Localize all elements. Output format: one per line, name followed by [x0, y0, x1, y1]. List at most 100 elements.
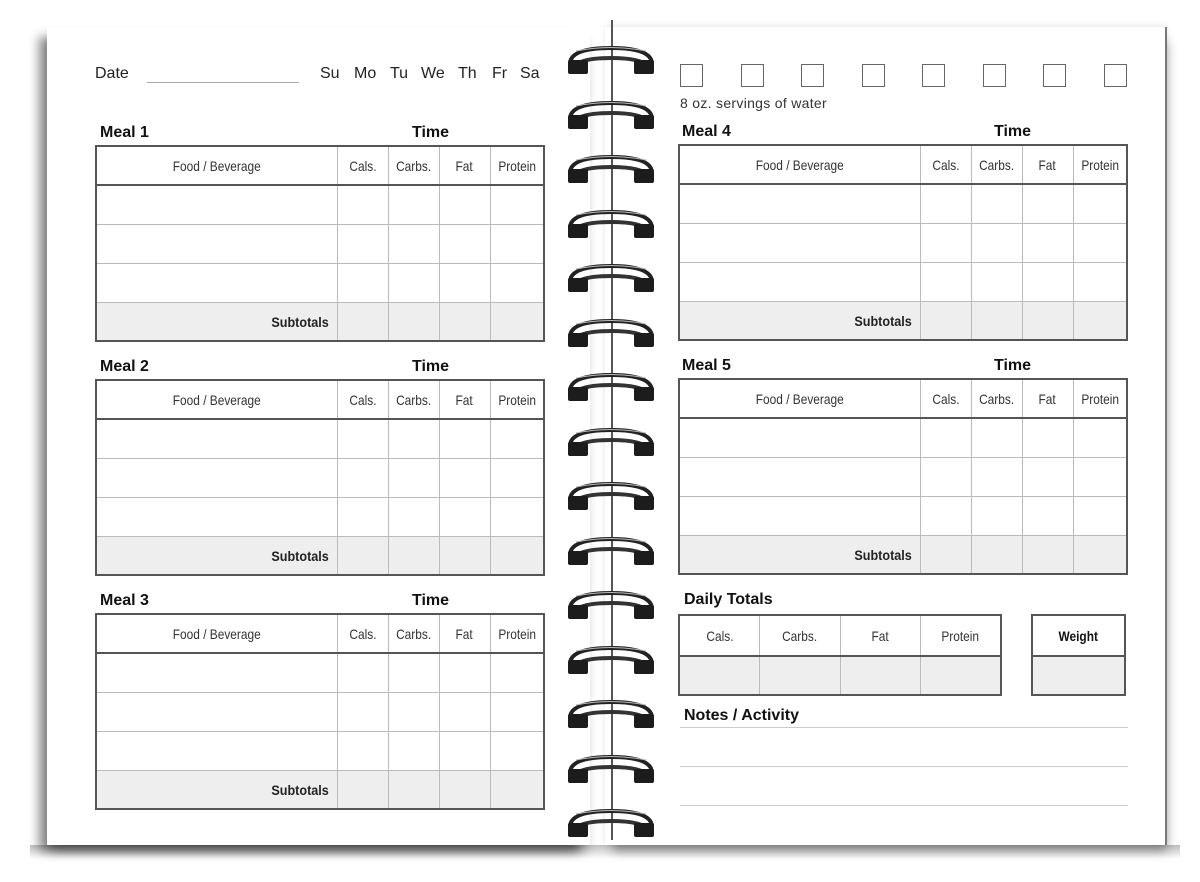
meal-cell-food[interactable] — [678, 183, 921, 224]
meal-cell-cals[interactable] — [919, 457, 972, 497]
meal-cell-protein[interactable] — [489, 184, 545, 225]
meal-cell-food[interactable] — [95, 418, 338, 459]
subtotal-cell-fat[interactable] — [438, 770, 491, 810]
water-checkbox[interactable] — [922, 64, 945, 87]
meal-cell-food[interactable] — [95, 652, 338, 693]
subtotal-cell-cals[interactable] — [336, 770, 389, 810]
meal-cell-protein[interactable] — [489, 224, 545, 264]
meal-cell-fat[interactable] — [1021, 457, 1074, 497]
daily-total-carbs-cell[interactable] — [759, 655, 841, 696]
meal-cell-cals[interactable] — [336, 692, 389, 732]
subtotal-cell-protein[interactable] — [1072, 535, 1128, 575]
meal-cell-food[interactable] — [95, 692, 338, 732]
subtotal-cell-carbs[interactable] — [387, 770, 440, 810]
meal-cell-cals[interactable] — [336, 184, 389, 225]
meal-cell-protein[interactable] — [489, 418, 545, 459]
meal-cell-carbs[interactable] — [387, 497, 440, 537]
water-checkbox[interactable] — [861, 64, 885, 87]
day-option[interactable]: Th — [458, 65, 477, 83]
subtotal-cell-fat[interactable] — [1021, 535, 1074, 575]
water-checkbox[interactable] — [740, 64, 764, 87]
day-option[interactable]: Tu — [390, 65, 408, 83]
meal-cell-food[interactable] — [95, 224, 338, 264]
water-checkbox[interactable] — [1043, 64, 1066, 87]
meal-cell-cals[interactable] — [336, 458, 389, 498]
water-checkbox[interactable] — [801, 64, 824, 87]
subtotal-cell-carbs[interactable] — [387, 302, 440, 342]
meal-cell-protein[interactable] — [489, 731, 545, 771]
meal-cell-cals[interactable] — [919, 262, 972, 302]
day-option[interactable]: We — [421, 65, 445, 83]
meal-cell-cals[interactable] — [336, 418, 389, 459]
meal-cell-protein[interactable] — [489, 497, 545, 537]
meal-cell-cals[interactable] — [919, 223, 972, 263]
subtotal-cell-carbs[interactable] — [970, 301, 1023, 341]
day-option[interactable]: Su — [320, 65, 340, 83]
meal-cell-food[interactable] — [678, 457, 921, 497]
meal-cell-food[interactable] — [678, 417, 921, 458]
subtotal-cell-protein[interactable] — [1072, 301, 1128, 341]
meal-cell-fat[interactable] — [1021, 183, 1074, 224]
meal-cell-carbs[interactable] — [387, 731, 440, 771]
meal-cell-fat[interactable] — [1021, 223, 1074, 263]
meal-cell-carbs[interactable] — [970, 183, 1023, 224]
meal-cell-protein[interactable] — [489, 263, 545, 303]
meal-cell-food[interactable] — [95, 184, 338, 225]
subtotal-cell-cals[interactable] — [919, 301, 972, 341]
subtotal-cell-fat[interactable] — [438, 536, 491, 576]
meal-cell-cals[interactable] — [919, 183, 972, 224]
daily-total-protein-cell[interactable] — [920, 655, 1002, 696]
meal-cell-cals[interactable] — [336, 497, 389, 537]
meal-cell-fat[interactable] — [1021, 262, 1074, 302]
daily-total-fat-cell[interactable] — [839, 655, 921, 696]
day-option[interactable]: Mo — [354, 65, 376, 83]
meal-cell-carbs[interactable] — [387, 263, 440, 303]
meal-cell-cals[interactable] — [336, 224, 389, 264]
meal-cell-fat[interactable] — [438, 458, 491, 498]
subtotal-cell-protein[interactable] — [489, 302, 545, 342]
meal-cell-protein[interactable] — [1072, 496, 1128, 536]
meal-cell-protein[interactable] — [1072, 183, 1128, 224]
meal-cell-fat[interactable] — [1021, 496, 1074, 536]
meal-cell-carbs[interactable] — [970, 457, 1023, 497]
meal-cell-carbs[interactable] — [387, 418, 440, 459]
meal-cell-protein[interactable] — [489, 652, 545, 693]
water-checkbox[interactable] — [680, 64, 703, 87]
meal-cell-food[interactable] — [95, 263, 338, 303]
date-field[interactable] — [147, 66, 299, 83]
meal-cell-food[interactable] — [678, 223, 921, 263]
meal-cell-carbs[interactable] — [387, 184, 440, 225]
subtotal-cell-fat[interactable] — [438, 302, 491, 342]
meal-cell-protein[interactable] — [1072, 262, 1128, 302]
notes-line[interactable] — [680, 805, 1128, 806]
meal-cell-carbs[interactable] — [387, 692, 440, 732]
water-checkbox[interactable] — [1103, 64, 1127, 87]
meal-cell-cals[interactable] — [336, 731, 389, 771]
subtotal-cell-fat[interactable] — [1021, 301, 1074, 341]
subtotal-cell-cals[interactable] — [336, 536, 389, 576]
notes-line[interactable] — [680, 766, 1128, 767]
meal-cell-fat[interactable] — [438, 224, 491, 264]
meal-cell-carbs[interactable] — [387, 224, 440, 264]
subtotal-cell-cals[interactable] — [336, 302, 389, 342]
meal-cell-fat[interactable] — [438, 184, 491, 225]
subtotal-cell-carbs[interactable] — [970, 535, 1023, 575]
meal-cell-protein[interactable] — [489, 692, 545, 732]
meal-cell-fat[interactable] — [1021, 417, 1074, 458]
meal-cell-fat[interactable] — [438, 263, 491, 303]
meal-cell-carbs[interactable] — [387, 458, 440, 498]
meal-cell-protein[interactable] — [489, 458, 545, 498]
meal-cell-cals[interactable] — [919, 417, 972, 458]
meal-cell-cals[interactable] — [336, 263, 389, 303]
meal-cell-food[interactable] — [95, 497, 338, 537]
meal-cell-carbs[interactable] — [970, 262, 1023, 302]
subtotal-cell-carbs[interactable] — [387, 536, 440, 576]
meal-cell-cals[interactable] — [336, 652, 389, 693]
meal-cell-fat[interactable] — [438, 497, 491, 537]
meal-cell-carbs[interactable] — [970, 496, 1023, 536]
meal-cell-cals[interactable] — [919, 496, 972, 536]
meal-cell-food[interactable] — [95, 458, 338, 498]
subtotal-cell-cals[interactable] — [919, 535, 972, 575]
water-checkbox[interactable] — [982, 64, 1006, 87]
meal-cell-carbs[interactable] — [387, 652, 440, 693]
